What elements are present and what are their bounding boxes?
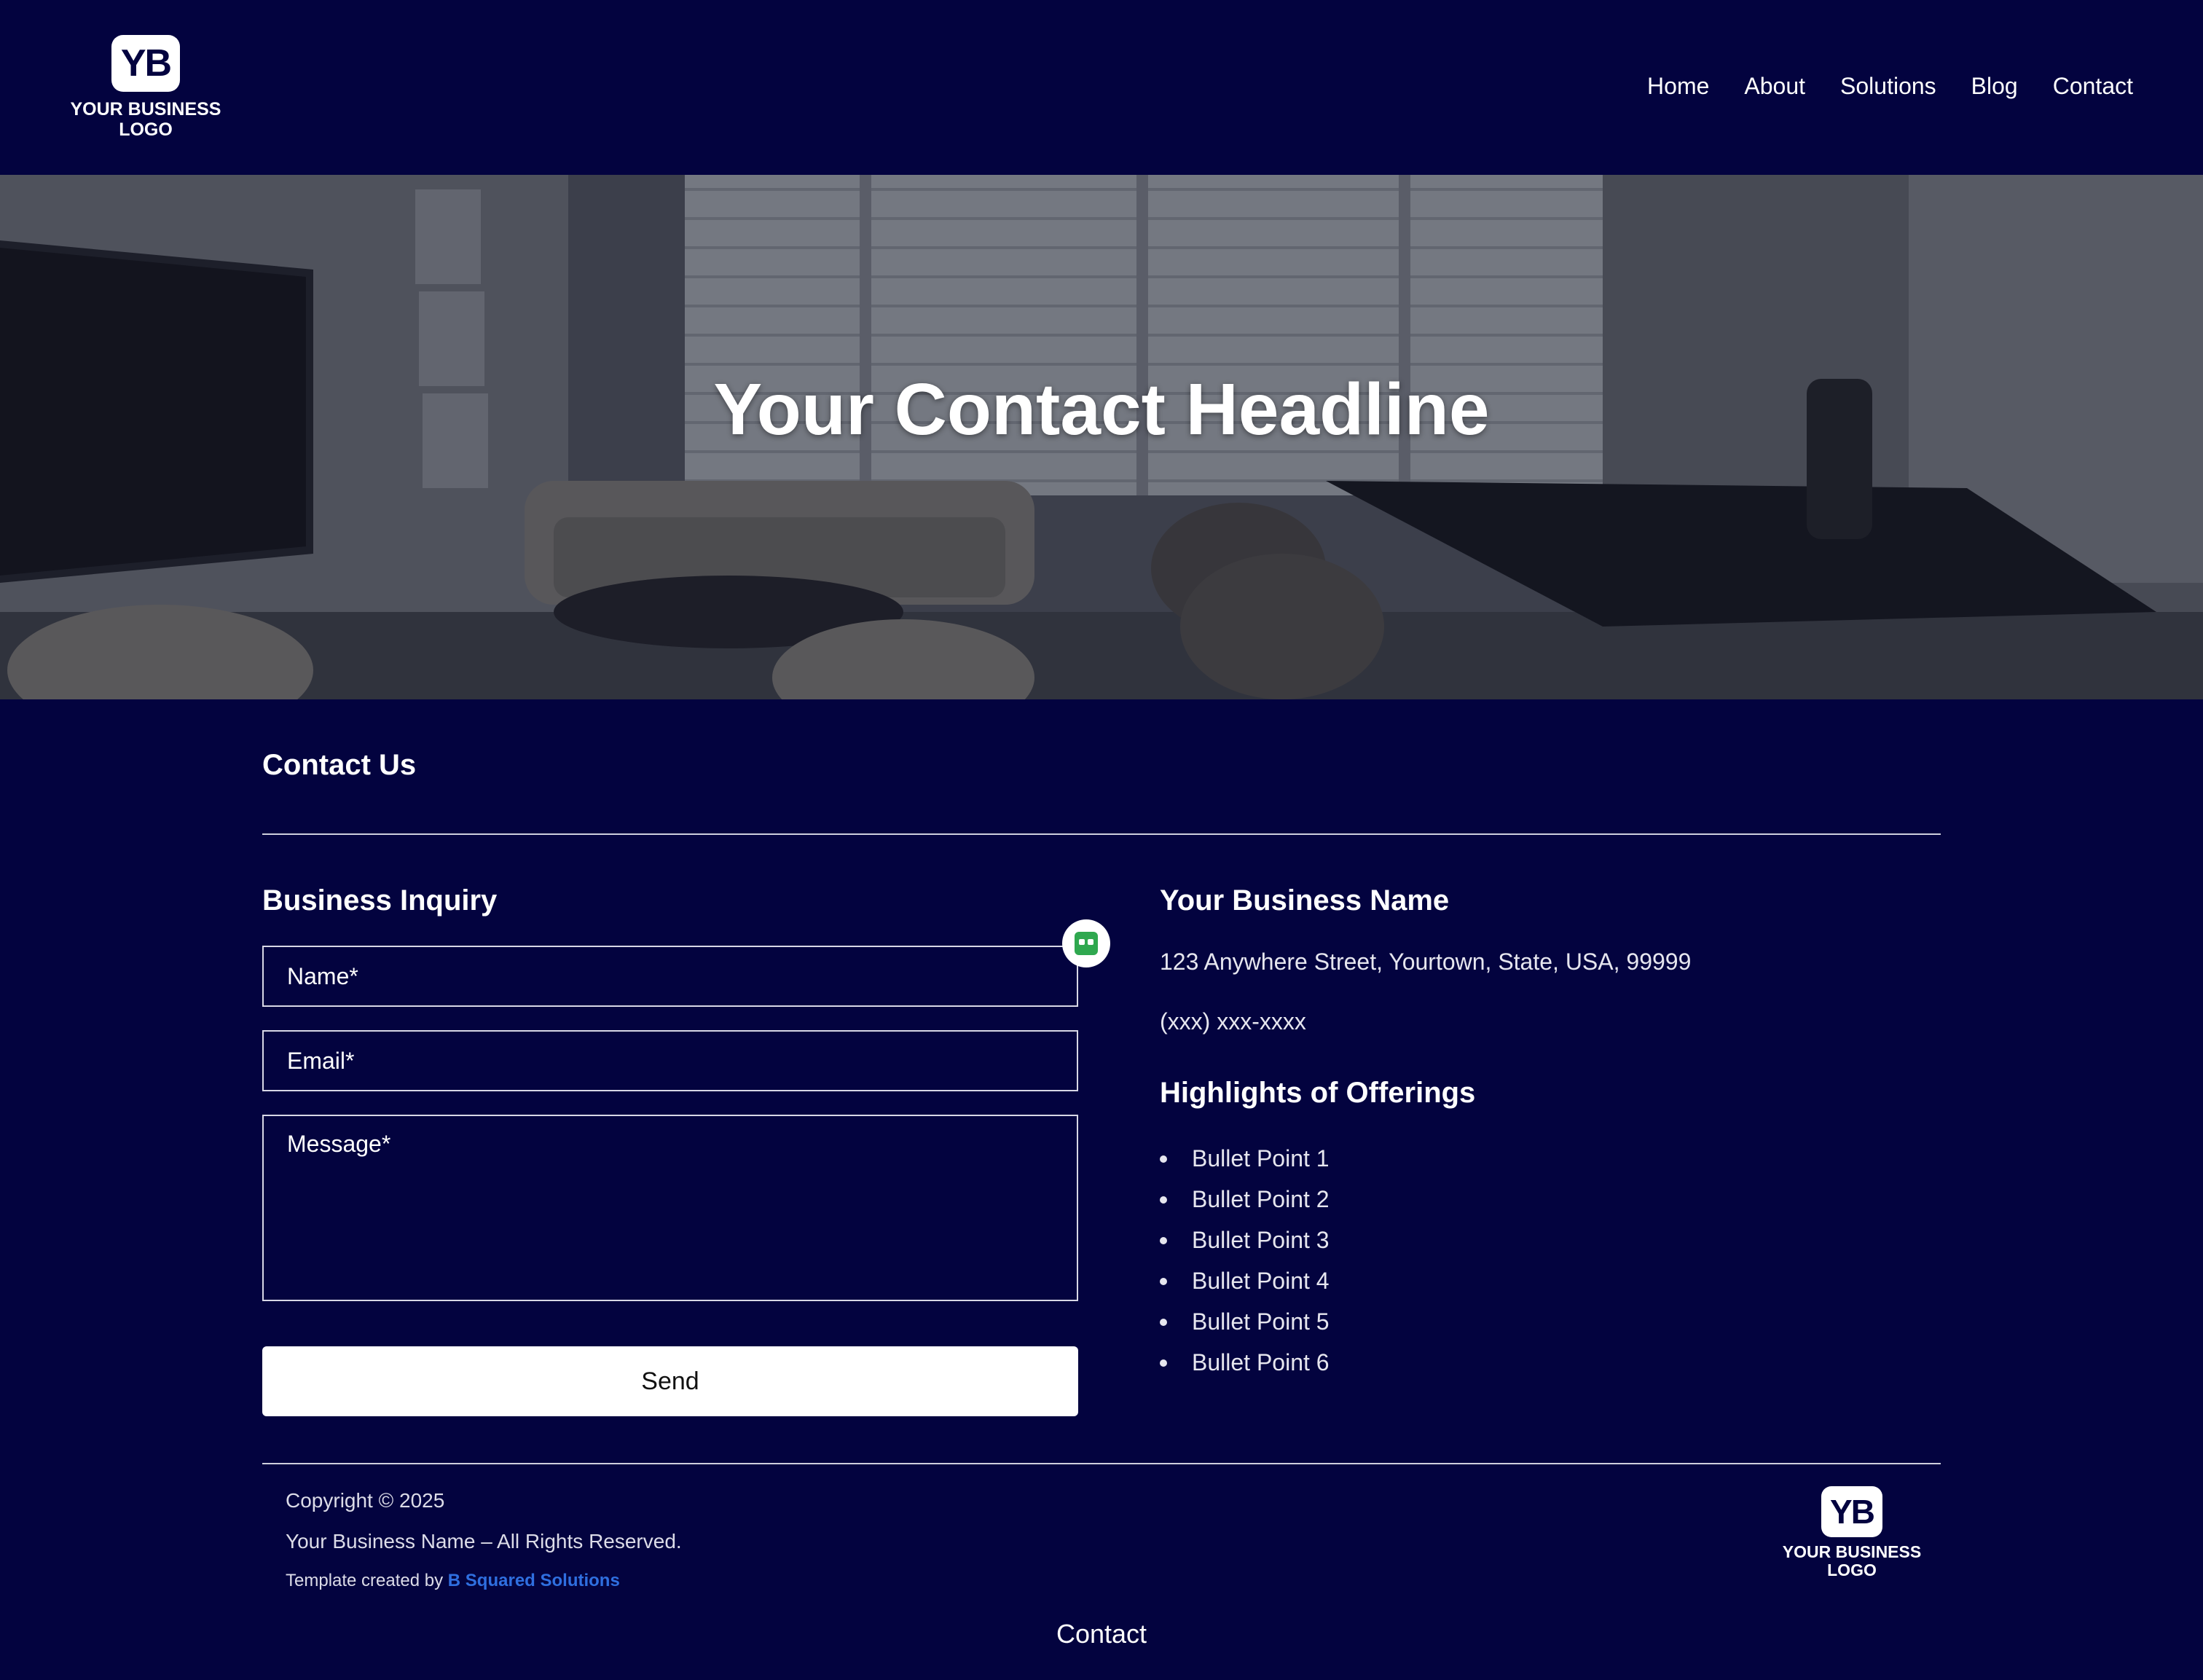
hero-headline: Your Contact Headline	[713, 369, 1490, 450]
site-header: YB YOUR BUSINESS LOGO Home About Solutio…	[0, 0, 2203, 175]
footer-contact-link[interactable]: Contact	[0, 1619, 2203, 1649]
nav-contact[interactable]: Contact	[2053, 70, 2133, 102]
hero-banner: Your Contact Headline	[0, 175, 2203, 699]
footer-credit: Template created by B Squared Solutions	[286, 1571, 620, 1591]
footer-logo[interactable]: YB YOUR BUSINESS LOGO	[1780, 1486, 1923, 1579]
footer-copyright: Copyright © 2025	[286, 1489, 445, 1512]
recaptcha-badge[interactable]	[1062, 919, 1110, 967]
section-title: Contact Us	[262, 749, 417, 781]
logo-mark: YB	[111, 35, 180, 92]
footer-divider	[262, 1463, 1941, 1464]
footer-rights: Your Business Name – All Rights Reserved…	[286, 1530, 682, 1553]
business-name: Your Business Name	[1160, 884, 1450, 916]
email-input[interactable]	[262, 1030, 1078, 1091]
highlights-list: Bullet Point 1 Bullet Point 2 Bullet Poi…	[1160, 1138, 1330, 1383]
header-logo[interactable]: YB YOUR BUSINESS LOGO	[70, 35, 221, 140]
name-input[interactable]	[262, 946, 1078, 1007]
nav-blog[interactable]: Blog	[1971, 70, 2018, 102]
list-item: Bullet Point 6	[1160, 1342, 1330, 1383]
message-input[interactable]	[262, 1115, 1078, 1301]
list-item: Bullet Point 5	[1160, 1301, 1330, 1342]
footer-logo-text: YOUR BUSINESS LOGO	[1782, 1542, 1922, 1579]
highlights-title: Highlights of Offerings	[1160, 1077, 1476, 1109]
page: YB YOUR BUSINESS LOGO Home About Solutio…	[0, 0, 2203, 1680]
list-item: Bullet Point 1	[1160, 1138, 1330, 1179]
form-title: Business Inquiry	[262, 884, 498, 916]
main-nav: Home About Solutions Blog Contact	[1647, 70, 2133, 102]
footer-credit-link[interactable]: B Squared Solutions	[448, 1571, 620, 1590]
nav-home[interactable]: Home	[1647, 70, 1709, 102]
list-item: Bullet Point 2	[1160, 1179, 1330, 1220]
logo-text: YOUR BUSINESS LOGO	[70, 99, 221, 140]
list-item: Bullet Point 3	[1160, 1220, 1330, 1260]
footer-logo-mark: YB	[1821, 1486, 1882, 1537]
section-divider	[262, 833, 1941, 835]
robot-badge-icon	[1075, 932, 1098, 955]
list-item: Bullet Point 4	[1160, 1260, 1330, 1301]
footer-credit-prefix: Template created by	[286, 1571, 444, 1590]
nav-about[interactable]: About	[1744, 70, 1805, 102]
nav-solutions[interactable]: Solutions	[1840, 70, 1936, 102]
business-address: 123 Anywhere Street, Yourtown, State, US…	[1160, 949, 1692, 975]
business-phone: (xxx) xxx-xxxx	[1160, 1008, 1306, 1035]
send-button[interactable]: Send	[262, 1346, 1078, 1416]
